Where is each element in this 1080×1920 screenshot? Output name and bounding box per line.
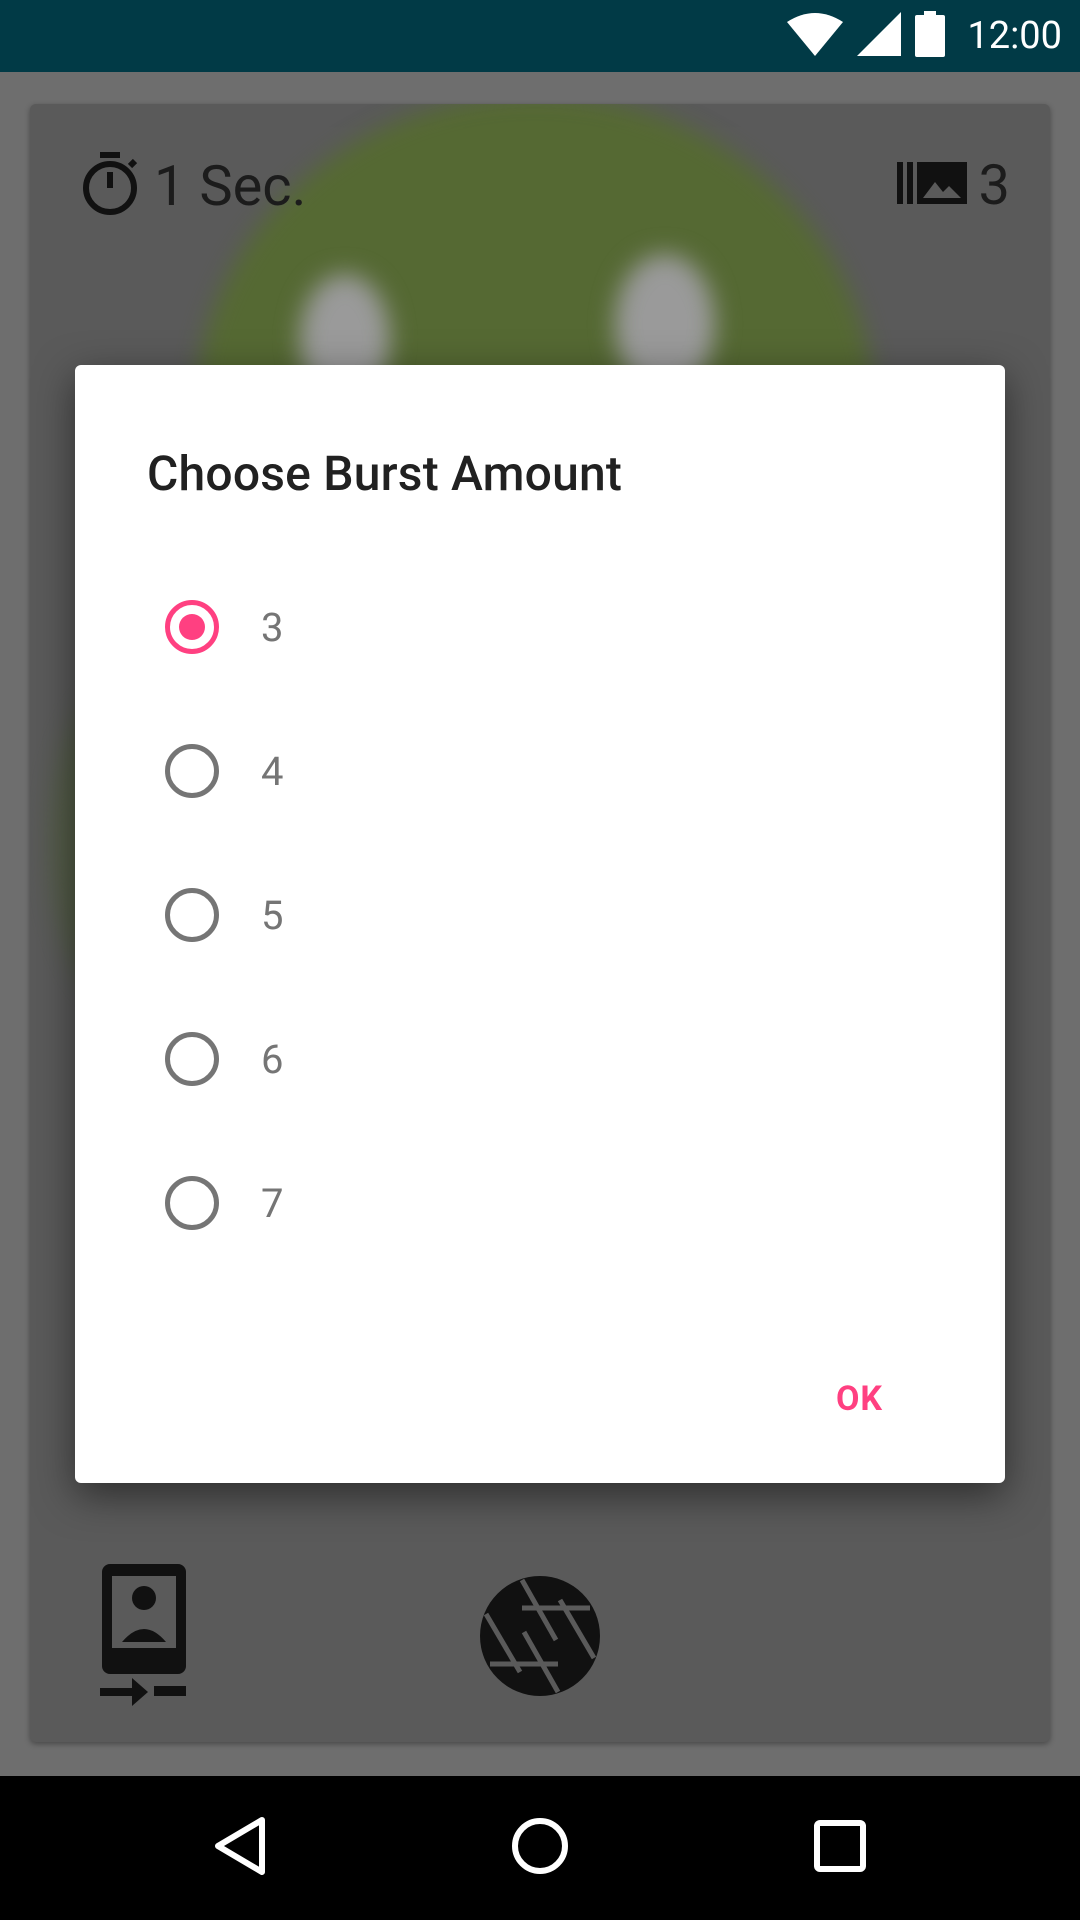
wifi-icon: [787, 12, 844, 60]
radio-button[interactable]: [165, 1032, 219, 1086]
option-label: 4: [261, 747, 284, 795]
dialog-title: Choose Burst Amount: [147, 445, 623, 502]
option-label: 6: [261, 1035, 284, 1083]
radio-button[interactable]: [165, 888, 219, 942]
timer-label: 1 Sec.: [154, 153, 307, 219]
home-icon: [510, 1816, 570, 1880]
status-bar: 12:00: [0, 0, 1080, 72]
burst-option-7[interactable]: 7: [75, 1131, 1005, 1275]
option-label: 7: [261, 1179, 284, 1227]
status-time: 12:00: [967, 14, 1062, 58]
status-icons: 12:00: [787, 0, 1062, 72]
radio-button[interactable]: [165, 744, 219, 798]
burst-option-4[interactable]: 4: [75, 699, 1005, 843]
switch-camera-icon: [100, 1564, 190, 1718]
burst-option-3[interactable]: 3: [75, 555, 1005, 699]
timer-setting[interactable]: 1 Sec.: [80, 152, 306, 220]
recents-icon: [813, 1819, 867, 1877]
navigation-bar: [0, 1776, 1080, 1920]
home-button[interactable]: [500, 1808, 580, 1888]
battery-icon: [915, 11, 946, 61]
radio-button[interactable]: [165, 1176, 219, 1230]
back-icon: [212, 1816, 268, 1880]
back-button[interactable]: [200, 1808, 280, 1888]
burst-setting[interactable]: 3: [896, 152, 1010, 218]
burst-option-6[interactable]: 6: [75, 987, 1005, 1131]
signal-icon: [857, 12, 902, 60]
burst-options-list: 3 4 5 6 7: [75, 555, 1005, 1275]
burst-amount-dialog: Choose Burst Amount 3 4 5 6 7 OK: [75, 365, 1005, 1483]
option-label: 5: [261, 891, 284, 939]
radio-button-checked[interactable]: [165, 600, 219, 654]
shutter-icon: [478, 1576, 602, 1702]
top-controls: 1 Sec. 3: [30, 104, 1050, 284]
option-label: 3: [261, 603, 284, 651]
burst-count: 3: [978, 152, 1010, 218]
burst-icon: [896, 158, 967, 212]
recents-button[interactable]: [800, 1808, 880, 1888]
shutter-button[interactable]: [478, 1574, 602, 1702]
timer-icon: [80, 152, 140, 220]
burst-option-5[interactable]: 5: [75, 843, 1005, 987]
ok-button[interactable]: OK: [824, 1365, 895, 1433]
switch-camera-button[interactable]: [100, 1564, 190, 1718]
bottom-controls: [30, 1544, 1050, 1742]
